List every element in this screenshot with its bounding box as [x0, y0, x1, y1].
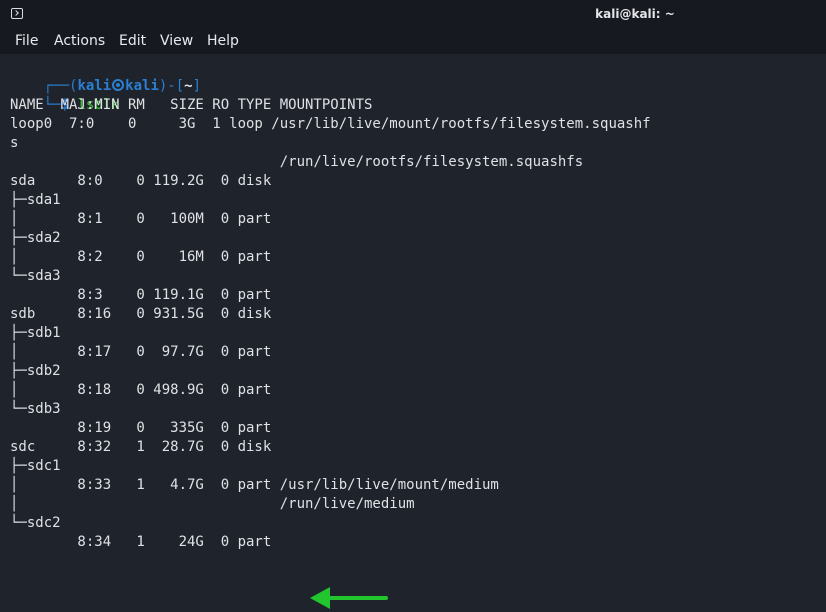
output-line: │ 8:17 0 97.7G 0 part [10, 344, 272, 360]
output-line: sdc 8:32 1 28.7G 0 disk [10, 439, 272, 455]
prompt-bracket-close: ] [192, 78, 202, 94]
menu-actions[interactable]: Actions [54, 33, 105, 49]
menu-help[interactable]: Help [207, 33, 239, 49]
output-line: ├─sdb2 [10, 363, 61, 379]
output-line: └─sdb3 [10, 401, 61, 417]
window-title: kali@kali: ~ [595, 7, 675, 21]
menu-bar: File Actions Edit View Help [0, 30, 826, 54]
terminal-area[interactable]: ┌──(kali kali)-[~] └─$ lsblk NAME MAJ:MIN… [0, 54, 826, 609]
output-line: │ /run/live/medium [10, 496, 415, 512]
output-header: NAME MAJ:MIN RM SIZE RO TYPE MOUNTPOINTS [10, 97, 373, 113]
terminal-icon [11, 8, 23, 19]
output-line: │ 8:2 0 16M 0 part [10, 249, 272, 265]
prompt-host: kali [125, 78, 159, 94]
output-line: ├─sdc1 [10, 458, 61, 474]
prompt-line-2: └─$ lsblk [10, 77, 120, 113]
prompt-path: ~ [184, 78, 193, 94]
output-line: ├─sda1 [10, 192, 61, 208]
output-line: sdb 8:16 0 931.5G 0 disk [10, 306, 272, 322]
menu-edit[interactable]: Edit [119, 33, 146, 49]
menu-file[interactable]: File [15, 33, 38, 49]
output-line: │ 8:18 0 498.9G 0 part [10, 382, 272, 398]
output-line: │ 8:33 1 4.7G 0 part /usr/lib/live/mount… [10, 477, 499, 493]
menu-view[interactable]: View [160, 33, 193, 49]
output-line: 8:19 0 335G 0 part [10, 420, 272, 436]
output-line: ├─sdb1 [10, 325, 61, 341]
output-line: loop0 7:0 0 3G 1 loop /usr/lib/live/moun… [10, 116, 651, 132]
output-line: └─sdc2 [10, 515, 61, 531]
output-line: └─sda3 [10, 268, 61, 284]
output-line: ├─sda2 [10, 230, 61, 246]
title-bar: kali@kali: ~ [0, 0, 826, 30]
prompt-mid: )-[ [158, 78, 185, 94]
output-line: /run/live/rootfs/filesystem.squashfs [10, 154, 584, 170]
output-line: │ 8:1 0 100M 0 part [10, 211, 272, 227]
output-line: s [10, 135, 19, 151]
output-line: sda 8:0 0 119.2G 0 disk [10, 173, 272, 189]
output-line: 8:34 1 24G 0 part [10, 534, 272, 550]
output-line: 8:3 0 119.1G 0 part [10, 287, 272, 303]
green-arrow-icon [310, 587, 388, 609]
prompt-line-1: ┌──(kali kali)-[~] [10, 58, 201, 94]
